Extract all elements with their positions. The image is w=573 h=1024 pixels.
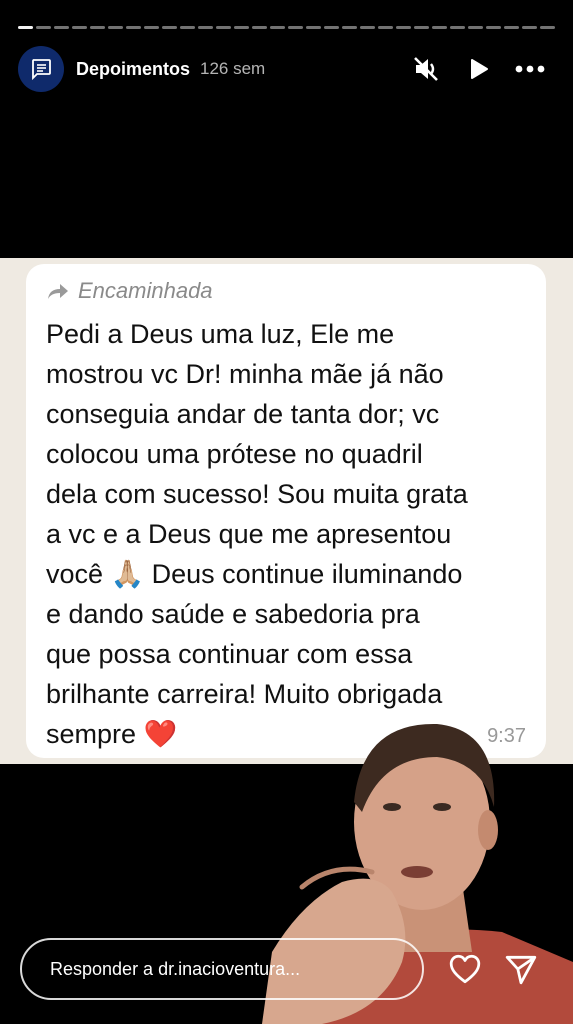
- progress-segment: [486, 26, 501, 29]
- progress-segment: [162, 26, 177, 29]
- progress-segment: [432, 26, 447, 29]
- progress-segment: [378, 26, 393, 29]
- progress-segment: [306, 26, 321, 29]
- progress-segment: [252, 26, 267, 29]
- progress-segment: [108, 26, 123, 29]
- progress-segment: [180, 26, 195, 29]
- post-time: 126 sem: [200, 59, 266, 78]
- forwarded-label: Encaminhada: [46, 278, 528, 304]
- progress-segment: [360, 26, 375, 29]
- progress-segment: [234, 26, 249, 29]
- account-name[interactable]: Depoimentos: [76, 59, 190, 80]
- forwarded-message-bubble: Encaminhada Pedi a Deus uma luz, Ele me …: [26, 264, 546, 758]
- progress-segment: [72, 26, 87, 29]
- progress-segment: [522, 26, 537, 29]
- send-icon[interactable]: [502, 950, 540, 988]
- reply-input[interactable]: Responder a dr.inacioventura...: [20, 938, 424, 1000]
- progress-segment: [36, 26, 51, 29]
- progress-segment: [198, 26, 213, 29]
- progress-segment: [342, 26, 357, 29]
- progress-segment: [270, 26, 285, 29]
- progress-segment: [468, 26, 483, 29]
- progress-segment: [216, 26, 231, 29]
- forward-arrow-icon: [48, 284, 68, 299]
- progress-segment: [504, 26, 519, 29]
- progress-segment: [324, 26, 339, 29]
- progress-segment: [540, 26, 555, 29]
- play-icon[interactable]: [463, 54, 493, 84]
- progress-segment: [18, 26, 33, 29]
- story-progress-bar: [18, 26, 555, 29]
- progress-segment: [54, 26, 69, 29]
- heart-icon[interactable]: [446, 950, 484, 988]
- reply-placeholder: Responder a dr.inacioventura...: [50, 958, 301, 979]
- mute-icon[interactable]: [411, 54, 441, 84]
- progress-segment: [450, 26, 465, 29]
- progress-segment: [144, 26, 159, 29]
- progress-segment: [126, 26, 141, 29]
- forwarded-text: Encaminhada: [78, 278, 213, 303]
- progress-segment: [90, 26, 105, 29]
- message-text: Pedi a Deus uma luz, Ele me mostrou vc D…: [46, 319, 468, 749]
- progress-segment: [288, 26, 303, 29]
- avatar[interactable]: [18, 46, 64, 92]
- chat-bubble-icon: [32, 59, 51, 81]
- progress-segment: [414, 26, 429, 29]
- progress-segment: [396, 26, 411, 29]
- more-icon[interactable]: [515, 54, 545, 84]
- story-header: Depoimentos 126 sem: [18, 44, 555, 94]
